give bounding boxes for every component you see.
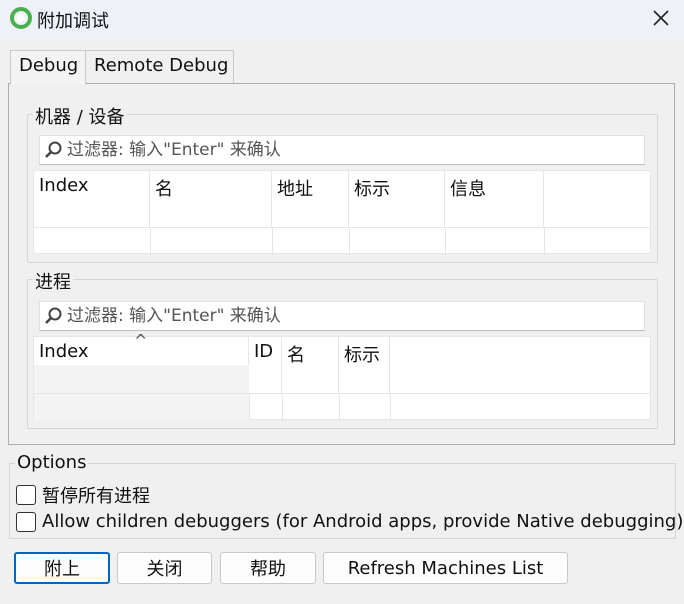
help-button[interactable]: 帮助 [220, 552, 316, 584]
tab-remote-debug-label: Remote Debug [94, 55, 229, 76]
processes-filter-input[interactable] [65, 306, 625, 326]
machines-table[interactable]: Index 名 地址 标示 信息 [33, 170, 651, 255]
app-logo-icon [10, 7, 32, 29]
pause-all-checkbox[interactable]: 暂停所有进程 [16, 482, 150, 508]
table-row[interactable] [34, 393, 650, 421]
checkbox-box[interactable] [16, 485, 36, 505]
col-header-name[interactable]: 名 [150, 171, 272, 227]
col-header-name[interactable]: 名 [282, 337, 339, 393]
allow-children-label: Allow children debuggers (for Android ap… [42, 511, 684, 532]
col-header-label[interactable]: 标示 [339, 337, 390, 393]
search-icon [45, 307, 62, 324]
close-icon [653, 10, 669, 26]
close-window-button[interactable] [638, 0, 684, 36]
checkbox-box[interactable] [16, 511, 36, 532]
window-title: 附加调试 [37, 11, 109, 32]
title-bar: 附加调试 [0, 0, 684, 40]
attach-button[interactable]: 附上 [14, 552, 110, 584]
processes-filter[interactable] [39, 301, 645, 331]
machines-filter-input[interactable] [65, 140, 625, 160]
refresh-machines-button[interactable]: Refresh Machines List [323, 552, 568, 584]
col-header-index-label: Index [39, 341, 89, 362]
machines-group-label: 机器 / 设备 [33, 103, 127, 129]
search-icon [45, 141, 62, 158]
col-header-label[interactable]: 标示 [349, 171, 445, 227]
col-header-info[interactable]: 信息 [445, 171, 544, 227]
processes-group-label: 进程 [33, 268, 73, 294]
tab-remote-debug[interactable]: Remote Debug [85, 50, 234, 84]
col-header-address[interactable]: 地址 [272, 171, 349, 227]
close-button[interactable]: 关闭 [117, 552, 212, 584]
index-column-shade [34, 365, 249, 393]
options-group-label: Options [15, 452, 89, 473]
col-header-index[interactable]: Index [34, 171, 150, 227]
col-header-id[interactable]: ID [249, 337, 282, 393]
allow-children-checkbox[interactable]: Allow children debuggers (for Android ap… [16, 511, 683, 532]
pause-all-label: 暂停所有进程 [42, 486, 150, 507]
processes-table[interactable]: Index ^ ID 名 标示 [33, 331, 651, 421]
tab-debug-label: Debug [19, 55, 79, 76]
tab-debug[interactable]: Debug [10, 50, 86, 84]
debug-tab-panel: 机器 / 设备 Index 名 地址 标示 信息 进程 Inde [8, 83, 675, 445]
machines-filter[interactable] [39, 135, 645, 165]
table-row[interactable] [34, 227, 650, 255]
sort-ascending-icon: ^ [134, 331, 148, 350]
